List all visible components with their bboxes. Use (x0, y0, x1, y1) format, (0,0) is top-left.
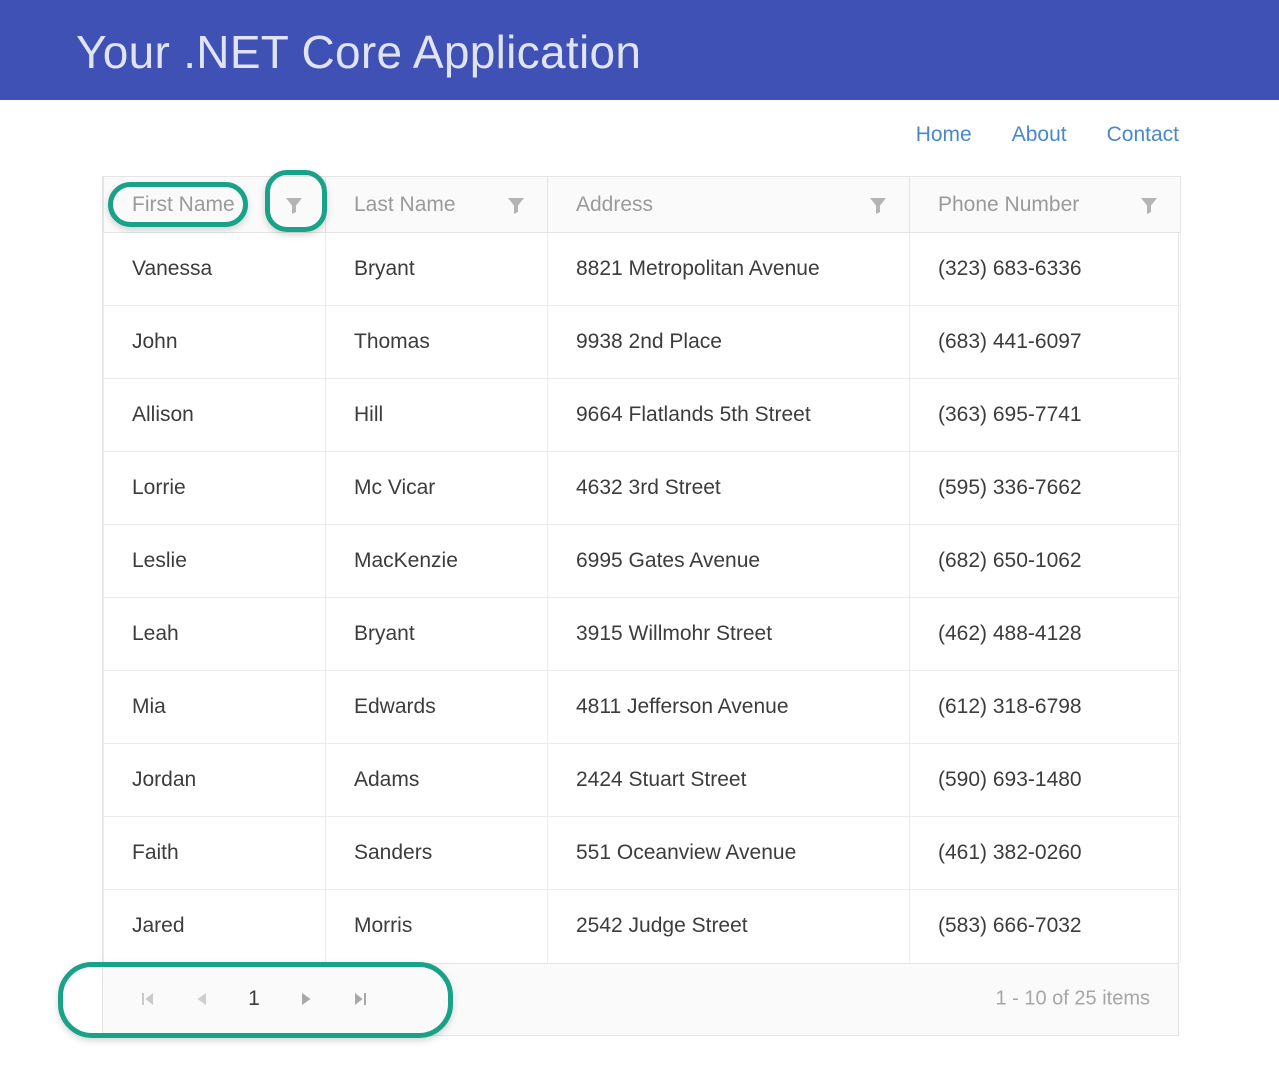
cell-last-name: MacKenzie (325, 524, 548, 598)
column-title-address: Address (576, 192, 654, 216)
cell-last-name: Edwards (325, 670, 548, 744)
column-header-phone-number[interactable]: Phone Number (909, 176, 1181, 233)
table-row[interactable]: Leslie MacKenzie 6995 Gates Avenue (682) 65… (103, 524, 1181, 598)
filter-funnel-icon-last-name[interactable] (503, 192, 529, 218)
cell-phone-number: (583) 666-7032 (909, 889, 1181, 963)
app-title: Your .NET Core Application (76, 26, 642, 78)
cell-address: 2424 Stuart Street (547, 743, 910, 817)
column-header-address[interactable]: Address (547, 176, 910, 233)
cell-phone-number: (323) 683-6336 (909, 232, 1181, 306)
cell-last-name: Thomas (325, 305, 548, 379)
grid-pager: 1 1 - 10 of 25 items (103, 962, 1178, 1035)
pager-navigation: 1 (121, 972, 387, 1026)
cell-phone-number: (683) 441-6097 (909, 305, 1181, 379)
cell-phone-number: (682) 650-1062 (909, 524, 1181, 598)
grid-body: Vanessa Bryant 8821 Metropolitan Avenue (32… (103, 232, 1181, 963)
cell-address: 6995 Gates Avenue (547, 524, 910, 598)
cell-address: 9938 2nd Place (547, 305, 910, 379)
cell-first-name: Lorrie (103, 451, 326, 525)
table-row[interactable]: Lorrie Mc Vicar 4632 3rd Street (595) 336-7… (103, 451, 1181, 525)
cell-phone-number: (363) 695-7741 (909, 378, 1181, 452)
table-row[interactable]: Leah Bryant 3915 Willmohr Street (462) 488-… (103, 597, 1181, 671)
cell-address: 8821 Metropolitan Avenue (547, 232, 910, 306)
go-to-next-page-icon[interactable] (279, 972, 333, 1026)
column-header-first-name[interactable]: First Name (103, 176, 326, 233)
cell-address: 4811 Jefferson Avenue (547, 670, 910, 744)
cell-last-name: Bryant (325, 597, 548, 671)
cell-first-name: Allison (103, 378, 326, 452)
cell-last-name: Mc Vicar (325, 451, 548, 525)
filter-funnel-icon-first-name[interactable] (281, 192, 307, 218)
cell-last-name: Sanders (325, 816, 548, 890)
cell-last-name: Bryant (325, 232, 548, 306)
column-title-last-name: Last Name (354, 192, 456, 216)
go-to-previous-page-icon[interactable] (175, 972, 229, 1026)
go-to-first-page-icon[interactable] (121, 972, 175, 1026)
cell-address: 551 Oceanview Avenue (547, 816, 910, 890)
go-to-last-page-icon[interactable] (333, 972, 387, 1026)
cell-address: 4632 3rd Street (547, 451, 910, 525)
cell-first-name: Leslie (103, 524, 326, 598)
cell-address: 3915 Willmohr Street (547, 597, 910, 671)
cell-phone-number: (461) 382-0260 (909, 816, 1181, 890)
top-navigation: Home About Contact (916, 120, 1179, 150)
filter-funnel-icon-phone-number[interactable] (1136, 192, 1162, 218)
cell-address: 9664 Flatlands 5th Street (547, 378, 910, 452)
table-row[interactable]: Faith Sanders 551 Oceanview Avenue (461) 38… (103, 816, 1181, 890)
nav-link-home[interactable]: Home (916, 120, 972, 150)
grid-header: First Name Last Name Address Phone Numbe… (103, 176, 1181, 233)
cell-first-name: Jared (103, 889, 326, 963)
data-grid: First Name Last Name Address Phone Numbe… (103, 176, 1181, 963)
cell-first-name: Leah (103, 597, 326, 671)
filter-funnel-icon-address[interactable] (865, 192, 891, 218)
cell-first-name: Jordan (103, 743, 326, 817)
cell-first-name: Faith (103, 816, 326, 890)
table-row[interactable]: John Thomas 9938 2nd Place (683) 441-6097 (103, 305, 1181, 379)
table-row[interactable]: Jared Morris 2542 Judge Street (583) 666-70… (103, 889, 1181, 963)
cell-last-name: Hill (325, 378, 548, 452)
column-title-phone-number: Phone Number (938, 192, 1080, 216)
column-header-last-name[interactable]: Last Name (325, 176, 548, 233)
cell-last-name: Adams (325, 743, 548, 817)
cell-last-name: Morris (325, 889, 548, 963)
table-row[interactable]: Jordan Adams 2424 Stuart Street (590) 693-1… (103, 743, 1181, 817)
pager-item-count: 1 - 10 of 25 items (995, 987, 1150, 1010)
cell-first-name: Mia (103, 670, 326, 744)
table-row[interactable]: Allison Hill 9664 Flatlands 5th Street (363… (103, 378, 1181, 452)
cell-first-name: John (103, 305, 326, 379)
pager-current-page[interactable]: 1 (229, 972, 279, 1026)
cell-phone-number: (595) 336-7662 (909, 451, 1181, 525)
cell-phone-number: (590) 693-1480 (909, 743, 1181, 817)
nav-link-contact[interactable]: Contact (1107, 120, 1179, 150)
table-row[interactable]: Mia Edwards 4811 Jefferson Avenue (612) 318… (103, 670, 1181, 744)
cell-phone-number: (462) 488-4128 (909, 597, 1181, 671)
cell-address: 2542 Judge Street (547, 889, 910, 963)
column-title-first-name: First Name (132, 192, 235, 216)
data-grid-container: First Name Last Name Address Phone Numbe… (102, 176, 1181, 1036)
grid-header-row: First Name Last Name Address Phone Numbe… (103, 176, 1181, 233)
cell-first-name: Vanessa (103, 232, 326, 306)
nav-link-about[interactable]: About (1012, 120, 1067, 150)
cell-phone-number: (612) 318-6798 (909, 670, 1181, 744)
app-banner: Your .NET Core Application (0, 0, 1279, 100)
table-row[interactable]: Vanessa Bryant 8821 Metropolitan Avenue (32… (103, 232, 1181, 306)
